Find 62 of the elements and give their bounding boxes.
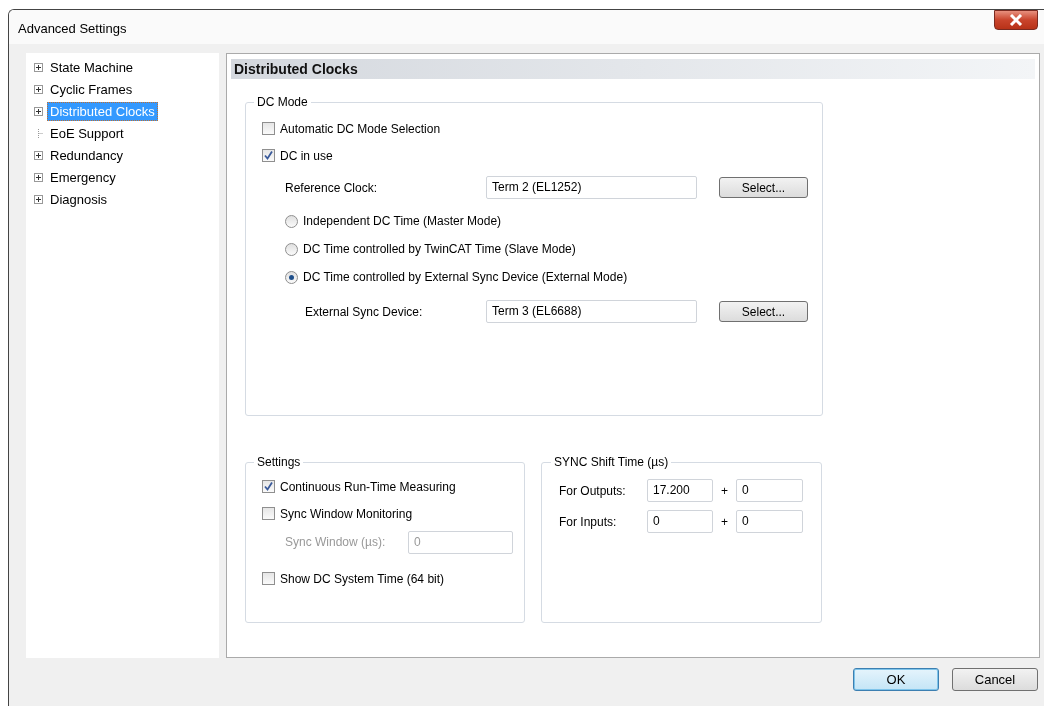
section-header: Distributed Clocks — [231, 59, 1035, 79]
checkbox[interactable]: Sync Window Monitoring — [262, 500, 524, 527]
checkbox[interactable]: DC in use — [262, 142, 822, 169]
radio-button[interactable] — [285, 242, 298, 256]
close-button[interactable] — [994, 10, 1038, 30]
input-field[interactable]: 0 — [736, 510, 803, 533]
check-icon — [263, 481, 274, 492]
checkbox-box[interactable] — [262, 122, 275, 135]
radio-option[interactable]: DC Time controlled by TwinCAT Time (Slave Mode) — [285, 235, 822, 263]
checkbox-label: Automatic DC Mode Selection — [280, 121, 441, 136]
expand-icon[interactable] — [34, 150, 43, 160]
radio-label: DC Time controlled by TwinCAT Time (Slave Mode) — [303, 242, 576, 256]
check-icon — [263, 150, 274, 161]
group-title: Settings — [256, 455, 302, 469]
field-label: External Sync Device: — [305, 304, 424, 319]
input-field[interactable]: 17.200 — [647, 479, 713, 502]
checkbox-label: Show DC System Time (64 bit) — [280, 571, 445, 586]
checkbox[interactable]: Show DC System Time (64 bit) — [262, 565, 524, 592]
input-field[interactable]: 0 — [736, 479, 803, 502]
input-field[interactable]: Term 3 (EL6688) — [486, 300, 697, 323]
checkbox[interactable]: Automatic DC Mode Selection — [262, 115, 822, 142]
expand-icon[interactable] — [34, 62, 43, 72]
radio-label: DC Time controlled by External Sync Device (External Mode) — [303, 270, 628, 284]
checkbox[interactable]: Continuous Run-Time Measuring — [262, 473, 524, 500]
tree-item[interactable]: Diagnosis — [47, 189, 111, 209]
group-title: SYNC Shift Time (µs) — [553, 455, 670, 469]
expand-icon[interactable] — [34, 84, 43, 94]
checkbox-box[interactable] — [262, 149, 275, 162]
checkbox-box[interactable] — [262, 507, 275, 520]
window-title: Advanced Settings — [18, 20, 127, 36]
select-button[interactable]: Select... — [719, 301, 808, 322]
checkbox-label: Continuous Run-Time Measuring — [280, 479, 456, 494]
dialog-button[interactable]: Cancel — [952, 668, 1038, 691]
checkbox-box[interactable] — [262, 480, 275, 493]
checkbox-label: DC in use — [280, 148, 333, 163]
expand-icon[interactable] — [34, 106, 43, 116]
radio-label: Independent DC Time (Master Mode) — [303, 214, 502, 228]
field-label: Reference Clock: — [285, 180, 379, 195]
radio-button[interactable] — [285, 270, 298, 284]
tree-item[interactable]: Emergency — [47, 167, 119, 187]
close-icon — [1009, 14, 1023, 26]
plus-sign: + — [720, 514, 729, 529]
checkbox-label: Sync Window Monitoring — [280, 506, 413, 521]
checkbox-box[interactable] — [262, 572, 275, 585]
select-button[interactable]: Select... — [719, 177, 808, 198]
dialog-button[interactable]: OK — [853, 668, 939, 691]
field-label: Sync Window (µs): — [285, 535, 387, 549]
tree-item[interactable]: Redundancy — [47, 145, 126, 165]
expand-icon[interactable] — [34, 172, 43, 182]
input-field[interactable]: 0 — [647, 510, 713, 533]
field-label: For Outputs: — [559, 483, 627, 498]
group-title: DC Mode — [256, 95, 309, 109]
tree-item[interactable]: Cyclic Frames — [47, 79, 136, 99]
tree-item[interactable]: EoE Support — [47, 123, 127, 143]
expand-icon[interactable] — [34, 194, 43, 204]
radio-option[interactable]: DC Time controlled by External Sync Device (External Mode) — [285, 263, 822, 291]
plus-sign: + — [720, 483, 729, 498]
radio-option[interactable]: Independent DC Time (Master Mode) — [285, 207, 822, 235]
radio-button[interactable] — [285, 214, 298, 228]
field-label: For Inputs: — [559, 514, 618, 529]
input-field[interactable]: Term 2 (EL1252) — [486, 176, 697, 199]
tree-item[interactable]: State Machine — [47, 57, 137, 77]
